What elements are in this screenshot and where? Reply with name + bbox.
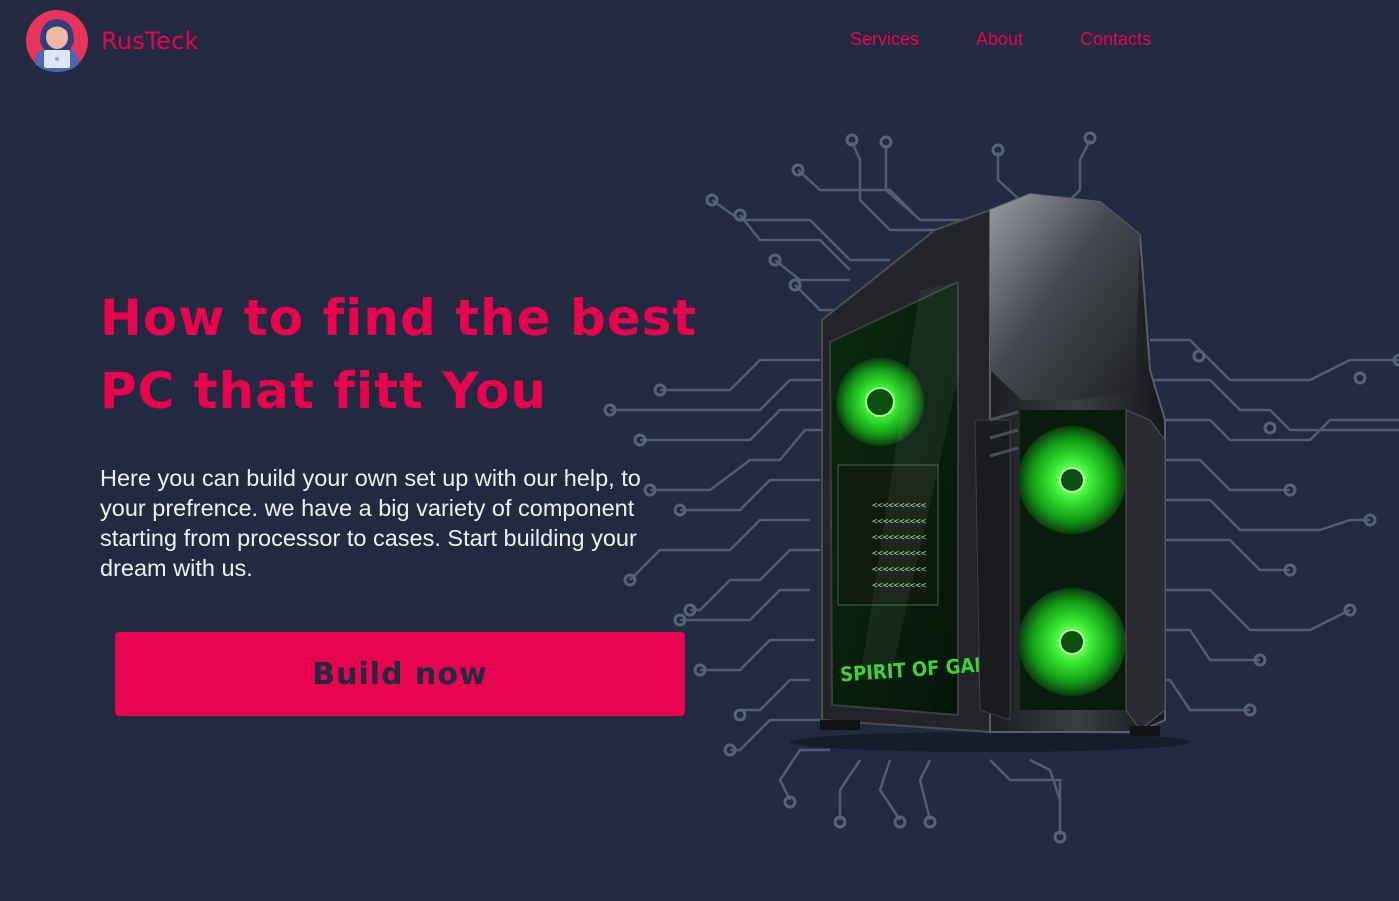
hacker-avatar-icon <box>26 10 88 72</box>
pc-case: <<<<<<<<<< <<<<<<<<<< <<<<<<<<<< <<<<<<<… <box>790 192 1190 752</box>
nav-services-link[interactable]: Services <box>850 29 919 50</box>
landing-page: RusTeck Services About Contacts How to f… <box>0 0 1399 901</box>
nav-contacts-link[interactable]: Contacts <box>1080 29 1151 50</box>
gaming-pc-illustration: <<<<<<<<<< <<<<<<<<<< <<<<<<<<<< <<<<<<<… <box>590 120 1399 850</box>
main-nav: Services About Contacts <box>850 29 1208 50</box>
hero-title-line-2: PC that fitt You <box>100 362 547 420</box>
logo[interactable]: RusTeck <box>26 10 199 72</box>
brand-name: RusTeck <box>101 27 199 55</box>
pc-case-image: <<<<<<<<<< <<<<<<<<<< <<<<<<<<<< <<<<<<<… <box>603 131 1399 844</box>
nav-about-link[interactable]: About <box>976 29 1023 50</box>
